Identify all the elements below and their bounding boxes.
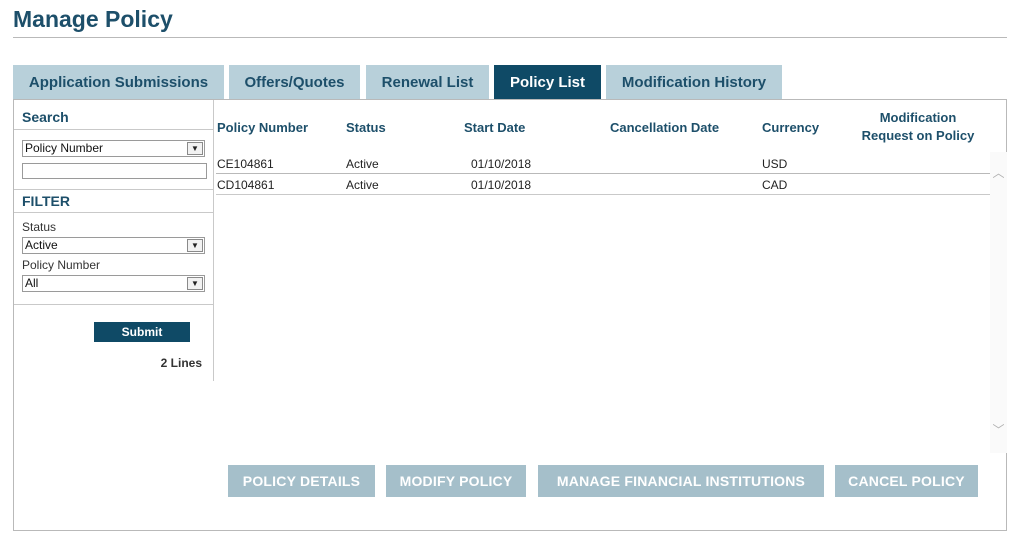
status-label: Status xyxy=(22,220,57,234)
start-date-cell: 01/10/2018 xyxy=(471,178,532,192)
search-divider xyxy=(14,129,214,130)
submit-divider xyxy=(14,304,214,305)
table-row[interactable]: CD104861 Active 01/10/2018 CAD xyxy=(216,174,991,195)
submit-button[interactable]: Submit xyxy=(94,322,190,342)
policy-number-label: Policy Number xyxy=(22,258,101,272)
filter-divider xyxy=(14,212,214,213)
column-header-cancellation-date[interactable]: Cancellation Date xyxy=(610,120,719,135)
lines-count: 2 Lines xyxy=(160,356,202,370)
page-title: Manage Policy xyxy=(13,6,173,32)
currency-cell: CAD xyxy=(762,178,788,192)
policy-number-select[interactable]: All ▼ xyxy=(22,275,205,292)
policy-number-value: All xyxy=(25,276,39,290)
column-header-policy-number[interactable]: Policy Number xyxy=(217,120,308,135)
status-select[interactable]: Active ▼ xyxy=(22,237,205,254)
search-input[interactable] xyxy=(22,163,207,179)
column-header-modification-line1: Modification xyxy=(879,110,957,125)
chevron-up-icon[interactable]: ︿ xyxy=(990,165,1007,182)
chevron-down-icon: ▼ xyxy=(187,277,203,290)
search-heading: Search xyxy=(22,109,69,125)
column-header-status[interactable]: Status xyxy=(346,120,386,135)
search-by-select[interactable]: Policy Number ▼ xyxy=(22,140,205,157)
filter-divider-top xyxy=(14,189,214,190)
policy-list-panel: Search Policy Number ▼ FILTER Status Act… xyxy=(13,99,1007,531)
tab-policy-list[interactable]: Policy List xyxy=(494,65,601,99)
tab-application-submissions[interactable]: Application Submissions xyxy=(13,65,224,99)
column-header-modification-line2: Request on Policy xyxy=(861,128,975,143)
policy-number-cell: CE104861 xyxy=(217,157,274,171)
title-divider xyxy=(13,37,1007,38)
status-cell: Active xyxy=(346,178,379,192)
tab-renewal-list[interactable]: Renewal List xyxy=(366,65,489,99)
policy-details-button[interactable]: POLICY DETAILS xyxy=(228,465,375,497)
status-cell: Active xyxy=(346,157,379,171)
column-header-currency[interactable]: Currency xyxy=(762,120,819,135)
table-scrollbar[interactable]: ︿ ﹀ xyxy=(990,152,1007,453)
policy-number-cell: CD104861 xyxy=(217,178,275,192)
cancel-policy-button[interactable]: CANCEL POLICY xyxy=(835,465,978,497)
manage-financial-institutions-button[interactable]: MANAGE FINANCIAL INSTITUTIONS xyxy=(538,465,824,497)
chevron-down-icon: ▼ xyxy=(187,142,203,155)
filter-heading: FILTER xyxy=(22,193,70,209)
column-header-start-date[interactable]: Start Date xyxy=(464,120,525,135)
status-value: Active xyxy=(25,238,58,252)
start-date-cell: 01/10/2018 xyxy=(471,157,532,171)
search-by-value: Policy Number xyxy=(25,141,104,155)
chevron-down-icon[interactable]: ﹀ xyxy=(990,422,1007,439)
modify-policy-button[interactable]: MODIFY POLICY xyxy=(386,465,526,497)
column-header-modification-request[interactable]: Modification Request on Policy xyxy=(849,109,987,145)
tab-offers-quotes[interactable]: Offers/Quotes xyxy=(229,65,360,99)
tab-modification-history[interactable]: Modification History xyxy=(606,65,782,99)
chevron-down-icon: ▼ xyxy=(187,239,203,252)
table-row[interactable]: CE104861 Active 01/10/2018 USD xyxy=(216,153,991,174)
currency-cell: USD xyxy=(762,157,788,171)
search-filter-sidebar: Search Policy Number ▼ FILTER Status Act… xyxy=(14,100,214,381)
